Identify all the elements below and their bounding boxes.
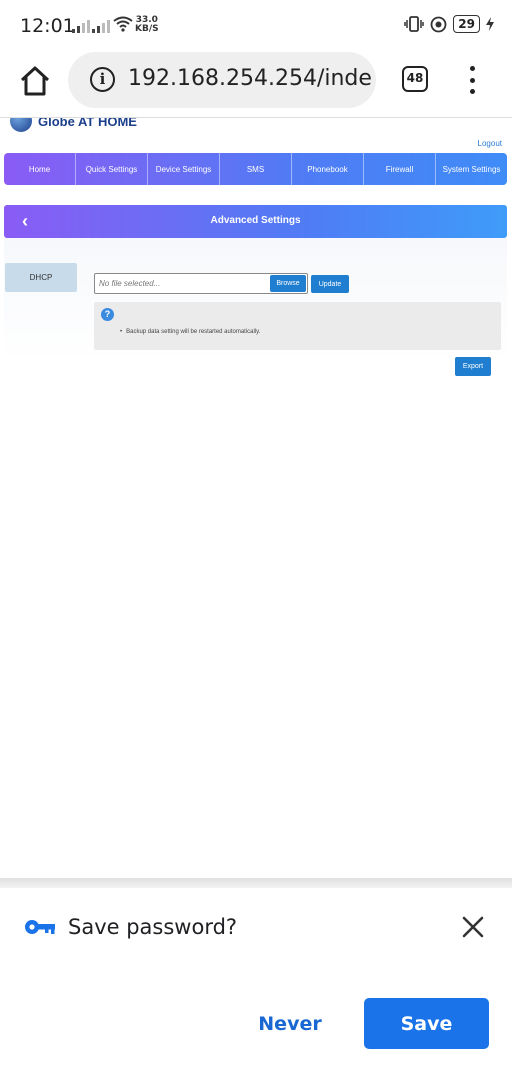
nav-firewall[interactable]: Firewall — [364, 153, 436, 185]
clock: 12:01 — [20, 15, 75, 37]
nav-sms[interactable]: SMS — [220, 153, 292, 185]
net-speed-unit: KB/S — [135, 24, 159, 34]
close-icon[interactable] — [460, 914, 486, 940]
main-nav: Home Quick Settings Device Settings SMS … — [4, 153, 507, 185]
save-password-title: Save password? — [68, 915, 238, 939]
status-bar: 12:01 33.0 KB/S 29 — [0, 0, 512, 52]
alarm-icon — [430, 16, 447, 32]
update-button[interactable]: Update — [311, 275, 349, 293]
battery-icon: 29 — [453, 15, 480, 33]
net-speed: 33.0 KB/S — [135, 16, 159, 34]
logout-link[interactable]: Logout — [478, 139, 502, 148]
nav-phonebook[interactable]: Phonebook — [292, 153, 364, 185]
web-page: Globe AT HOME Logout Home Quick Settings… — [0, 118, 512, 878]
help-icon: ? — [101, 308, 114, 321]
vibrate-icon — [404, 16, 425, 32]
address-bar[interactable]: i 192.168.254.254/index — [68, 52, 376, 108]
browser-toolbar: i 192.168.254.254/index 48 — [0, 52, 512, 118]
browse-button[interactable]: Browse — [270, 275, 306, 292]
status-icons: 29 — [404, 15, 494, 33]
nav-quick-settings[interactable]: Quick Settings — [76, 153, 148, 185]
tabs-icon[interactable]: 48 — [402, 66, 428, 92]
info-icon[interactable]: i — [90, 67, 115, 92]
logo-text: Globe AT HOME — [38, 118, 137, 129]
more-icon[interactable] — [462, 66, 482, 94]
export-button[interactable]: Export — [455, 357, 491, 376]
page-title: Advanced Settings — [210, 215, 301, 226]
charging-icon — [486, 17, 494, 31]
section-header: ‹ Advanced Settings — [4, 205, 507, 238]
nav-home[interactable]: Home — [4, 153, 76, 185]
wifi-icon — [113, 16, 133, 32]
save-password-sheet: Save password? Never Save — [0, 888, 512, 1080]
globe-logo-icon — [10, 118, 32, 132]
url-text[interactable]: 192.168.254.254/index — [128, 66, 372, 91]
signal-icon — [72, 19, 90, 33]
save-button[interactable]: Save — [364, 998, 489, 1049]
signal-icon — [92, 19, 110, 33]
info-note: ? Backup data setting will be restarted … — [94, 302, 501, 350]
sheet-shadow — [0, 878, 512, 888]
nav-system-settings[interactable]: System Settings — [436, 153, 507, 185]
logo: Globe AT HOME — [10, 118, 137, 132]
file-placeholder: No file selected... — [99, 279, 161, 288]
nav-device-settings[interactable]: Device Settings — [148, 153, 220, 185]
key-icon — [25, 920, 55, 934]
note-text: Backup data setting will be restarted au… — [120, 329, 260, 335]
home-icon[interactable] — [18, 64, 52, 98]
never-button[interactable]: Never — [244, 998, 336, 1050]
sidebar-item-dhcp[interactable]: DHCP — [5, 263, 77, 292]
